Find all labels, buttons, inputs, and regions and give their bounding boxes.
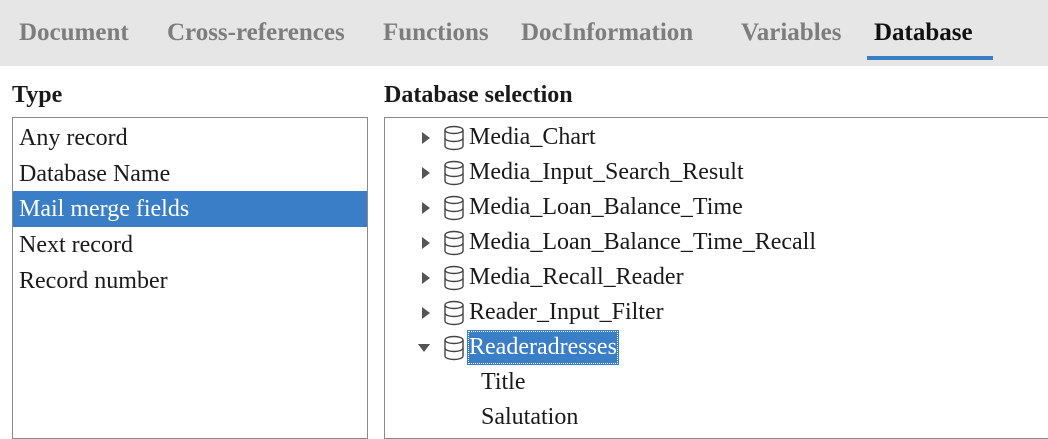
tab-functions[interactable]: Functions — [383, 16, 489, 50]
database-table-icon — [444, 335, 464, 361]
tab-docinformation[interactable]: DocInformation — [521, 16, 693, 50]
tree-item-label: Media_Recall_Reader — [469, 264, 684, 290]
database-selection-heading: Database selection — [384, 82, 573, 108]
type-list: Any record Database Name Mail merge fiel… — [12, 117, 368, 439]
tab-cross-references[interactable]: Cross-references — [167, 16, 345, 50]
database-table-icon — [444, 265, 464, 291]
type-item-database-name[interactable]: Database Name — [13, 156, 367, 192]
tree-item-media-chart[interactable]: Media_Chart — [385, 120, 1048, 155]
database-table-icon — [444, 300, 464, 326]
database-table-icon — [444, 125, 464, 151]
tree-item-readeradresses[interactable]: Readeradresses — [385, 330, 1048, 365]
type-item-any-record[interactable]: Any record — [13, 120, 367, 156]
type-item-record-number[interactable]: Record number — [13, 263, 367, 299]
tab-document[interactable]: Document — [19, 16, 129, 50]
tree-item-label: Media_Loan_Balance_Time — [469, 194, 743, 220]
tab-database[interactable]: Database — [874, 16, 973, 50]
expand-arrow-icon[interactable] — [419, 166, 433, 180]
collapse-arrow-icon[interactable] — [417, 341, 431, 355]
tab-bar: Document Cross-references Functions DocI… — [0, 0, 1048, 66]
tree-item-label: Media_Chart — [469, 124, 596, 150]
type-item-next-record[interactable]: Next record — [13, 227, 367, 263]
expand-arrow-icon[interactable] — [419, 131, 433, 145]
tree-item-media-loan-balance-time[interactable]: Media_Loan_Balance_Time — [385, 190, 1048, 225]
tree-child-title[interactable]: Title — [481, 365, 525, 400]
tree-item-reader-input-filter[interactable]: Reader_Input_Filter — [385, 295, 1048, 330]
type-item-mail-merge-fields[interactable]: Mail merge fields — [13, 191, 367, 227]
tree-item-label: Readeradresses — [467, 330, 619, 365]
tree-item-media-loan-balance-time-recall[interactable]: Media_Loan_Balance_Time_Recall — [385, 225, 1048, 260]
expand-arrow-icon[interactable] — [419, 306, 433, 320]
expand-arrow-icon[interactable] — [419, 271, 433, 285]
active-tab-indicator — [867, 56, 993, 60]
tree-child-salutation[interactable]: Salutation — [481, 400, 578, 435]
tree-item-label: Reader_Input_Filter — [469, 299, 664, 325]
tree-item-media-input-search-result[interactable]: Media_Input_Search_Result — [385, 155, 1048, 190]
tree-item-media-recall-reader[interactable]: Media_Recall_Reader — [385, 260, 1048, 295]
database-tree: Media_Chart Media_Input_Search_Result Me… — [384, 117, 1048, 439]
database-table-icon — [444, 160, 464, 186]
database-table-icon — [444, 230, 464, 256]
expand-arrow-icon[interactable] — [419, 201, 433, 215]
expand-arrow-icon[interactable] — [419, 236, 433, 250]
tree-item-label: Media_Input_Search_Result — [469, 159, 744, 185]
tab-variables[interactable]: Variables — [741, 16, 841, 50]
type-heading: Type — [12, 82, 63, 108]
tree-item-label: Media_Loan_Balance_Time_Recall — [469, 229, 817, 255]
database-table-icon — [444, 195, 464, 221]
